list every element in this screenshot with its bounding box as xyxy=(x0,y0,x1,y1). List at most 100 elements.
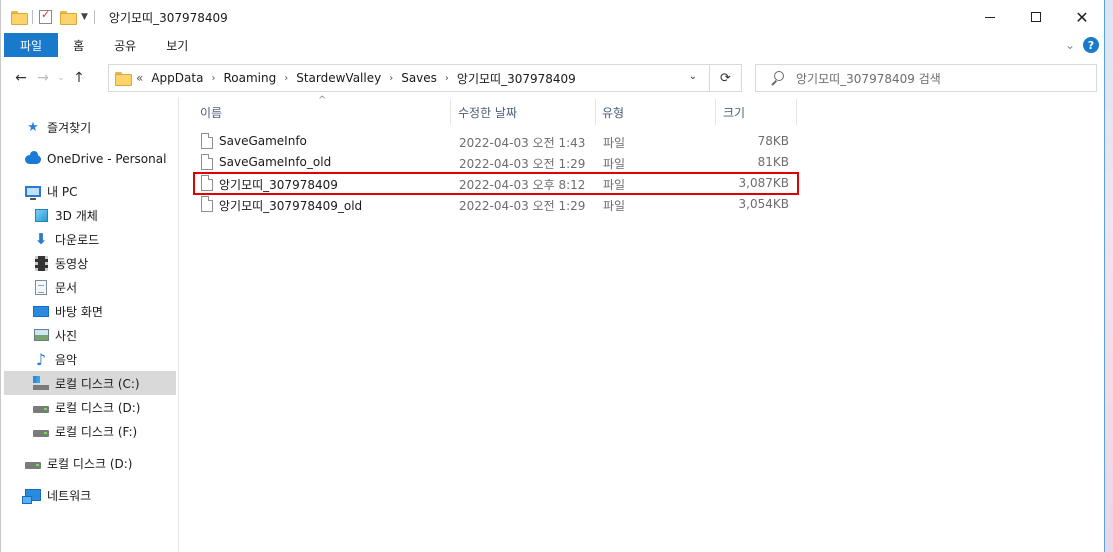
search-box[interactable]: 앙기모띠_307978409 검색 xyxy=(755,64,1097,92)
forward-button[interactable]: → xyxy=(32,67,54,89)
drive-icon xyxy=(25,455,41,471)
sidebar-item-label: 문서 xyxy=(55,280,78,295)
sidebar-item-label: 동영상 xyxy=(55,256,89,271)
ribbon-tabs: 파일 홈 공유 보기 ⌄ ? xyxy=(1,33,1105,57)
refresh-icon: ⟳ xyxy=(720,70,731,86)
picture-icon xyxy=(33,327,49,343)
file-date: 2022-04-03 오전 1:29 xyxy=(459,157,586,171)
system-drive-icon xyxy=(33,375,49,391)
separator xyxy=(93,10,95,24)
search-input[interactable]: 앙기모띠_307978409 검색 xyxy=(796,70,941,87)
column-divider[interactable] xyxy=(450,99,451,125)
forward-arrow-icon: → xyxy=(37,70,49,86)
file-type: 파일 xyxy=(603,136,626,150)
tab-view[interactable]: 보기 xyxy=(151,33,203,57)
sidebar-item-local-disk-d-root[interactable]: 로컬 디스크 (D:) xyxy=(25,451,197,475)
column-header-date[interactable]: 수정한 날짜 xyxy=(458,99,594,125)
window-title: 앙기모띠_307978409 xyxy=(108,10,228,25)
back-button[interactable]: ← xyxy=(10,67,32,89)
ribbon-right: ⌄ ? xyxy=(1065,37,1099,53)
video-icon xyxy=(33,255,49,271)
column-divider[interactable] xyxy=(715,99,716,125)
sidebar-item-label: 로컬 디스크 (D:) xyxy=(55,400,141,415)
breadcrumb-separator-icon[interactable]: › xyxy=(389,73,393,84)
breadcrumb-separator-icon[interactable]: › xyxy=(211,73,215,84)
sidebar-item-label: 3D 개체 xyxy=(55,208,98,223)
explorer-window: ▼ 앙기모띠_307978409 ✕ 파일 홈 공유 보기 ⌄ ? ← → ⌄ … xyxy=(0,0,1105,552)
sidebar-item-onedrive[interactable]: OneDrive - Personal xyxy=(25,147,197,171)
sidebar-item-label: OneDrive - Personal xyxy=(47,152,167,166)
help-icon[interactable]: ? xyxy=(1083,37,1099,53)
back-arrow-icon: ← xyxy=(15,70,27,86)
red-highlight-box xyxy=(193,172,799,195)
desktop-background-edge xyxy=(1105,0,1113,552)
maximize-button[interactable] xyxy=(1013,0,1059,34)
quick-access-toolbar: ▼ xyxy=(11,8,101,25)
column-divider[interactable] xyxy=(595,99,596,125)
sidebar-item-local-disk-c[interactable]: 로컬 디스크 (C:) xyxy=(4,371,176,395)
file-list: ^ 이름 수정한 날짜 유형 크기 SaveGameInfo 2022-04-0… xyxy=(180,95,1105,552)
breadcrumb-stardewvalley[interactable]: StardewValley xyxy=(296,71,381,85)
file-row[interactable]: SaveGameInfo_old 2022-04-03 오전 1:29 파일 8… xyxy=(198,152,798,173)
tab-file[interactable]: 파일 xyxy=(4,33,59,57)
folder-icon xyxy=(11,11,28,25)
sidebar-item-label: 사진 xyxy=(55,328,78,343)
download-icon: ⬇ xyxy=(34,230,48,248)
address-bar[interactable]: « AppData › Roaming › StardewValley › Sa… xyxy=(108,64,742,92)
breadcrumb-saves[interactable]: Saves xyxy=(401,71,437,85)
sidebar-item-quick-access[interactable]: ★ 즐겨찾기 xyxy=(25,115,197,139)
sidebar-item-network[interactable]: 네트워크 xyxy=(22,483,197,507)
separator xyxy=(32,10,33,24)
file-name: 앙기모띠_307978409_old xyxy=(219,199,363,213)
properties-icon[interactable] xyxy=(39,8,52,24)
minimize-button[interactable] xyxy=(967,0,1013,34)
breadcrumb-separator-icon[interactable]: › xyxy=(445,73,449,84)
breadcrumb: « AppData › Roaming › StardewValley › Sa… xyxy=(136,70,576,87)
tab-home[interactable]: 홈 xyxy=(58,33,99,57)
file-row[interactable]: 앙기모띠_307978409_old 2022-04-03 오전 1:29 파일… xyxy=(198,194,798,215)
up-arrow-icon: ↑ xyxy=(73,70,85,86)
sidebar-item-label: 내 PC xyxy=(47,184,78,199)
sidebar-item-label: 로컬 디스크 (D:) xyxy=(47,456,133,471)
file-size: 3,054KB xyxy=(738,197,789,211)
file-type: 파일 xyxy=(603,157,626,171)
file-size: 78KB xyxy=(757,134,789,148)
navigation-pane: ★ 즐겨찾기 OneDrive - Personal 내 PC 3D 개체 ⬇ … xyxy=(1,97,179,552)
up-button[interactable]: ↑ xyxy=(68,67,90,89)
new-folder-icon[interactable] xyxy=(60,11,77,25)
navigation-bar: ← → ⌄ ↑ « AppData › Roaming › StardewVal… xyxy=(1,63,1105,93)
maximize-icon xyxy=(1031,12,1041,22)
file-type: 파일 xyxy=(603,199,626,213)
tab-share[interactable]: 공유 xyxy=(99,33,151,57)
file-date: 2022-04-03 오전 1:43 xyxy=(459,136,586,150)
file-row[interactable]: SaveGameInfo 2022-04-03 오전 1:43 파일 78KB xyxy=(198,131,798,152)
address-history-chevron-icon[interactable]: ⌄ xyxy=(689,71,697,82)
sidebar-item-this-pc[interactable]: 내 PC xyxy=(25,179,197,203)
sidebar-item-label: 다운로드 xyxy=(55,232,100,247)
breadcrumb-overflow[interactable]: « xyxy=(136,71,143,85)
file-name: SaveGameInfo xyxy=(219,134,307,148)
refresh-button[interactable]: ⟳ xyxy=(709,65,741,91)
recent-locations-button[interactable]: ⌄ xyxy=(54,67,68,89)
cube-icon xyxy=(33,207,49,223)
customize-toolbar-dropdown-icon[interactable]: ▼ xyxy=(81,12,88,22)
file-name: SaveGameInfo_old xyxy=(219,155,332,169)
window-controls: ✕ xyxy=(967,0,1105,34)
column-divider[interactable] xyxy=(796,99,797,125)
drive-icon xyxy=(33,423,49,439)
expand-ribbon-chevron-icon[interactable]: ⌄ xyxy=(1065,38,1075,52)
file-icon xyxy=(201,133,213,149)
column-header-name[interactable]: 이름 xyxy=(200,99,450,125)
minimize-icon xyxy=(985,16,995,18)
close-button[interactable]: ✕ xyxy=(1059,0,1105,34)
column-header-size[interactable]: 크기 xyxy=(723,99,793,125)
column-header-type[interactable]: 유형 xyxy=(602,99,714,125)
sidebar-item-label: 바탕 화면 xyxy=(55,304,103,319)
breadcrumb-current-folder[interactable]: 앙기모띠_307978409 xyxy=(457,70,576,87)
breadcrumb-separator-icon[interactable]: › xyxy=(284,73,288,84)
breadcrumb-appdata[interactable]: AppData xyxy=(151,71,203,85)
breadcrumb-roaming[interactable]: Roaming xyxy=(223,71,276,85)
file-date: 2022-04-03 오전 1:29 xyxy=(459,199,586,213)
sidebar-item-label: 네트워크 xyxy=(47,488,92,503)
drive-icon xyxy=(33,399,49,415)
